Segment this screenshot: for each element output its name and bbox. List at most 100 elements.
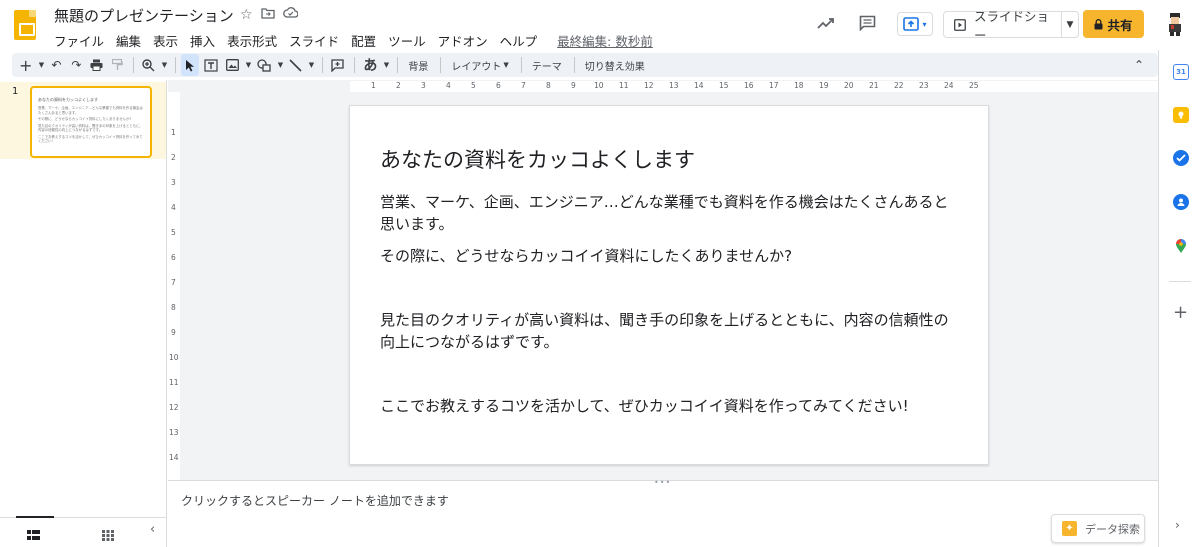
menu-slide[interactable]: スライド <box>289 31 339 50</box>
textbox-icon[interactable] <box>201 54 221 76</box>
document-title[interactable]: 無題のプレゼンテーション <box>54 5 234 27</box>
slide-paragraph[interactable]: ここでお教えするコツを活かして、ぜひカッコイイ資料を作ってみてください! <box>380 395 960 417</box>
zoom-dropdown[interactable]: ▼ <box>160 54 168 76</box>
active-view-indicator <box>16 516 54 518</box>
ruler-tick-label: 12 <box>169 403 179 412</box>
cloud-status-icon[interactable] <box>282 7 299 23</box>
shape-icon[interactable] <box>254 54 274 76</box>
maps-icon[interactable] <box>1173 238 1189 254</box>
ruler-tick-label: 7 <box>171 278 176 287</box>
star-icon[interactable]: ☆ <box>240 7 253 23</box>
ruler-tick-label: 22 <box>894 81 904 90</box>
ruler-tick-label: 10 <box>594 81 604 90</box>
thumbnail-text: その際に、どうせならカッコイイ資料にしたくありませんか? <box>38 117 132 121</box>
share-button[interactable]: 共有 <box>1083 10 1144 38</box>
paint-format-icon[interactable] <box>108 54 126 76</box>
transition-button[interactable]: 切り替え効果 <box>580 54 650 76</box>
last-edit-link[interactable]: 最終編集: 数秒前 <box>557 31 653 50</box>
speaker-notes-placeholder[interactable]: クリックするとスピーカー ノートを追加できます <box>181 492 449 509</box>
collapse-panel-icon[interactable]: ‹ <box>150 522 164 540</box>
print-icon[interactable] <box>87 54 106 76</box>
new-slide-dropdown[interactable]: ▼ <box>37 54 45 76</box>
line-icon[interactable] <box>286 54 305 76</box>
slide-paragraph[interactable]: 営業、マーケ、企画、エンジニア…どんな業種でも資料を作る機会はたくさんあると思い… <box>380 191 960 235</box>
ruler-tick-label: 14 <box>694 81 704 90</box>
title-actions: ☆ <box>240 7 299 23</box>
ruler-tick-label: 18 <box>794 81 804 90</box>
redo-icon[interactable]: ↷ <box>67 54 85 76</box>
text-style-button[interactable]: あ <box>360 54 380 76</box>
side-panel: 31 + › <box>1158 50 1200 547</box>
menu-arrange[interactable]: 配置 <box>351 31 376 50</box>
notes-resize-handle[interactable]: ••• <box>654 478 671 487</box>
image-dropdown[interactable]: ▼ <box>244 54 252 76</box>
present-meeting-button[interactable]: ▾ <box>897 12 933 36</box>
add-comment-icon[interactable] <box>328 54 347 76</box>
keep-icon[interactable] <box>1173 107 1189 123</box>
filmstrip-slide-1[interactable]: 1 あなたの資料をカッコよくします 営業、マーケ、企画、エンジニア…どんな業種で… <box>0 82 166 159</box>
toolbar-divider <box>573 57 575 73</box>
undo-icon[interactable]: ↶ <box>47 54 65 76</box>
collapse-toolbar-icon[interactable]: ⌃ <box>1130 54 1148 76</box>
toolbar-divider <box>175 57 177 73</box>
ruler-tick-label: 7 <box>521 81 526 90</box>
ruler-tick-label: 9 <box>571 81 576 90</box>
upload-present-icon <box>903 17 920 31</box>
slides-logo-icon[interactable] <box>14 10 36 40</box>
slide-title[interactable]: あなたの資料をカッコよくします <box>380 144 695 174</box>
slide-paragraph[interactable]: その際に、どうせならカッコイイ資料にしたくありませんか? <box>380 245 960 267</box>
tasks-icon[interactable] <box>1173 150 1189 166</box>
ruler-tick-label: 16 <box>744 81 754 90</box>
chevron-down-icon: ▾ <box>922 19 927 29</box>
show-side-panel-icon[interactable]: › <box>1175 518 1180 532</box>
calendar-icon[interactable]: 31 <box>1173 64 1189 80</box>
thumbnail-text: 見た目のクオリティが高い資料は、聞き手の印象を上げるとともに、内容の信頼性の向上… <box>38 123 143 133</box>
activity-trend-icon[interactable] <box>816 14 836 34</box>
filmstrip-view-controls: ‹ <box>0 516 166 547</box>
line-dropdown[interactable]: ▼ <box>307 54 315 76</box>
text-style-dropdown[interactable]: ▼ <box>382 54 390 76</box>
slide-paragraph[interactable]: 見た目のクオリティが高い資料は、聞き手の印象を上げるとともに、内容の信頼性の向上… <box>380 309 960 353</box>
ruler-tick-label: 6 <box>496 81 501 90</box>
lock-icon <box>1094 18 1103 29</box>
filmstrip-view-icon[interactable] <box>27 526 40 545</box>
layout-button[interactable]: レイアウト ▼ <box>446 54 513 76</box>
image-icon[interactable] <box>223 54 242 76</box>
background-button[interactable]: 背景 <box>403 54 433 76</box>
contacts-icon[interactable] <box>1173 194 1189 210</box>
move-folder-icon[interactable] <box>260 7 275 23</box>
menu-insert[interactable]: 挿入 <box>190 31 215 50</box>
menu-edit[interactable]: 編集 <box>116 31 141 50</box>
ruler-tick-label: 9 <box>171 328 176 337</box>
menu-tools[interactable]: ツール <box>388 31 426 50</box>
chevron-down-icon: ▼ <box>1066 19 1074 30</box>
explore-button[interactable]: ✦ データ探索 <box>1051 514 1145 543</box>
select-cursor-icon[interactable] <box>181 54 200 76</box>
menu-help[interactable]: ヘルプ <box>500 31 538 50</box>
explore-sparkle-icon: ✦ <box>1062 521 1077 536</box>
ruler-tick-label: 5 <box>471 81 476 90</box>
slideshow-button[interactable]: スライドショー <box>943 9 1062 43</box>
menu-format[interactable]: 表示形式 <box>227 31 277 50</box>
ruler-tick-label: 24 <box>944 81 954 90</box>
zoom-icon[interactable] <box>139 54 158 76</box>
avatar[interactable] <box>1162 11 1188 37</box>
shape-dropdown[interactable]: ▼ <box>276 54 284 76</box>
theme-button[interactable]: テーマ <box>527 54 567 76</box>
speaker-notes[interactable]: ••• クリックするとスピーカー ノートを追加できます ✦ データ探索 <box>168 478 1158 547</box>
slide-1[interactable]: あなたの資料をカッコよくします 営業、マーケ、企画、エンジニア…どんな業種でも資… <box>349 105 989 465</box>
ruler-tick-label: 25 <box>969 81 979 90</box>
ruler-tick-label: 5 <box>171 228 176 237</box>
slideshow-dropdown[interactable]: ▼ <box>1061 11 1079 38</box>
play-icon <box>954 18 966 31</box>
menu-file[interactable]: ファイル <box>54 31 104 50</box>
menu-view[interactable]: 表示 <box>153 31 178 50</box>
new-slide-button[interactable]: + <box>16 54 35 76</box>
add-addon-icon[interactable]: + <box>1173 304 1188 322</box>
comments-icon[interactable] <box>857 13 877 33</box>
slide-thumbnail[interactable]: あなたの資料をカッコよくします 営業、マーケ、企画、エンジニア…どんな業種でも資… <box>30 86 152 158</box>
grid-view-icon[interactable] <box>102 526 114 545</box>
menu-addons[interactable]: アドオン <box>438 31 488 50</box>
ruler-tick-label: 10 <box>169 353 179 362</box>
ruler-tick-label: 6 <box>171 253 176 262</box>
